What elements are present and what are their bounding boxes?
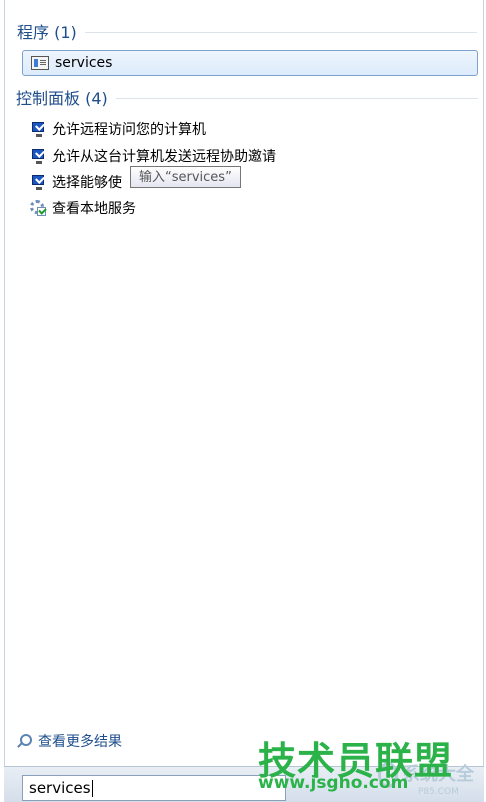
control-panel-item-view-local-services[interactable]: 查看本地服务 — [30, 197, 136, 219]
monitor-check-icon — [30, 148, 46, 164]
search-tooltip: 输入“services” — [130, 166, 241, 188]
programs-section-header: 程序 (1) — [17, 20, 477, 42]
see-more-results-link[interactable]: 查看更多结果 — [16, 730, 122, 752]
control-panel-item-label: 选择能够使 — [52, 175, 122, 191]
see-more-results-label: 查看更多结果 — [38, 734, 122, 750]
control-panel-item-remote-access[interactable]: 允许远程访问您的计算机 — [30, 118, 206, 140]
monitor-check-icon — [30, 121, 46, 137]
control-panel-item-label: 允许远程访问您的计算机 — [52, 122, 206, 138]
search-input-value: services — [29, 779, 91, 797]
watermark-url: www.jsgho.com — [258, 773, 409, 793]
control-panel-item-remote-assistance[interactable]: 允许从这台计算机发送远程协助邀请 — [30, 145, 276, 167]
control-panel-section-header: 控制面板 (4) — [16, 86, 478, 108]
services-app-icon — [31, 56, 49, 70]
search-input[interactable]: services — [22, 775, 286, 801]
search-icon — [16, 733, 32, 749]
programs-header-label: 程序 (1) — [17, 23, 77, 42]
control-panel-item-label: 查看本地服务 — [52, 201, 136, 217]
services-gear-icon — [30, 200, 46, 216]
program-result-services[interactable]: services — [22, 50, 478, 76]
programs-header-divider — [84, 32, 477, 33]
monitor-check-icon — [30, 174, 46, 190]
program-result-label: services — [55, 55, 113, 71]
watermark-secondary-url: P85.COM — [418, 787, 459, 797]
control-panel-item-label: 允许从这台计算机发送远程协助邀请 — [52, 149, 276, 165]
control-panel-header-divider — [115, 98, 478, 99]
control-panel-item-choose-users[interactable]: 选择能够使 — [30, 171, 122, 193]
text-caret — [91, 779, 93, 797]
control-panel-header-label: 控制面板 (4) — [16, 89, 108, 108]
